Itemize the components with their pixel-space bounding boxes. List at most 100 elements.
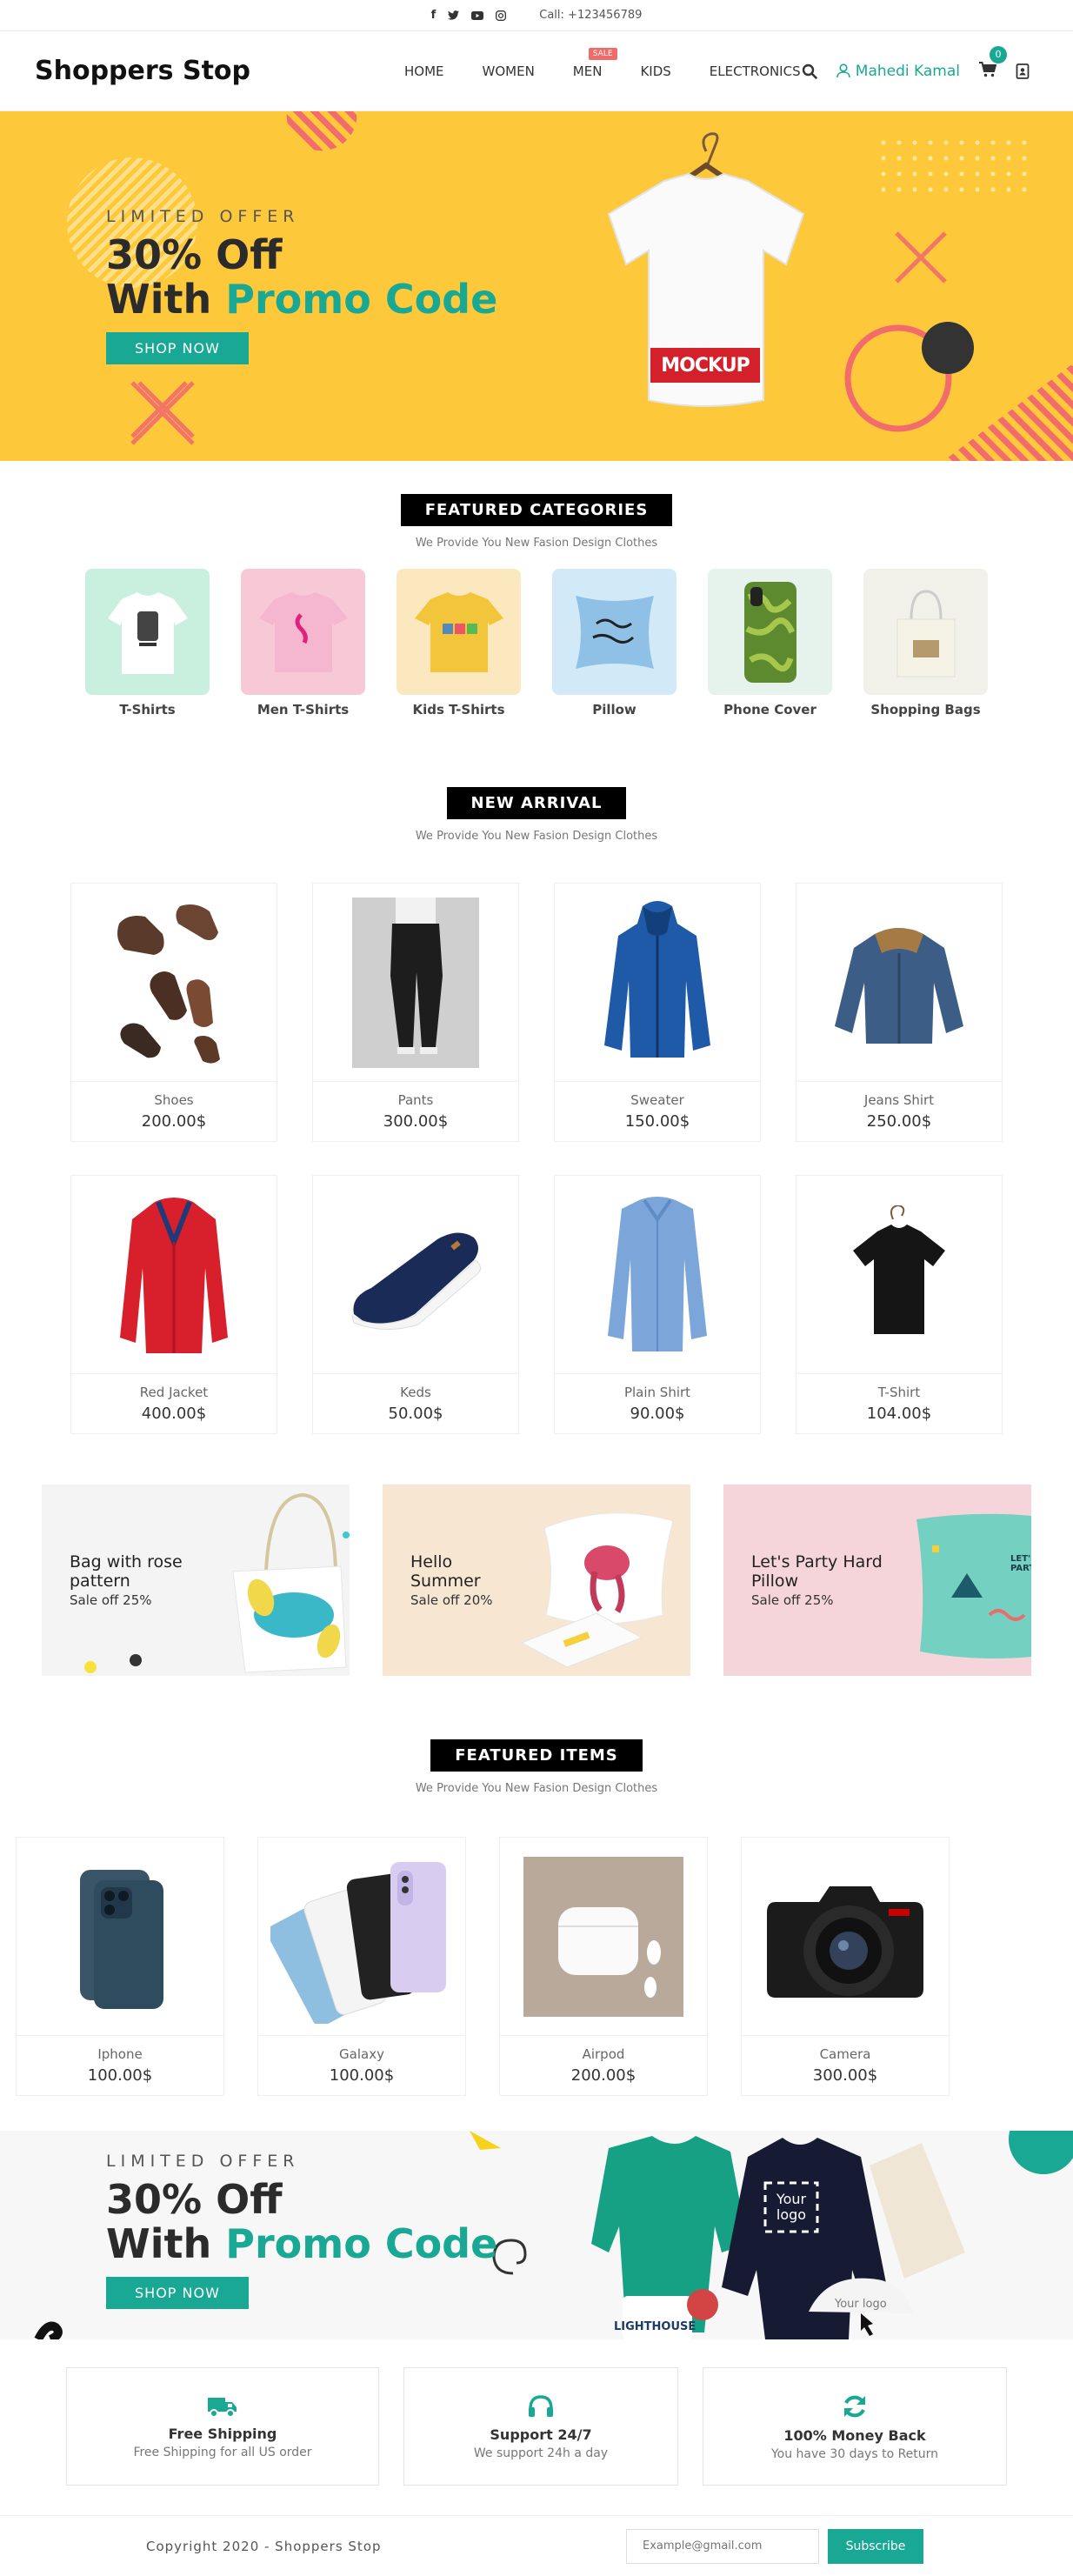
- cap-logo-text: Your logo: [835, 2298, 887, 2311]
- promo-title-line1: Bag with rose: [70, 1552, 183, 1572]
- feature-subtitle: We support 24h a day: [473, 2446, 609, 2460]
- promo-banner-2: Your logo Your logo LIGHTHOUSE LIMITED O…: [0, 2131, 1073, 2339]
- shop-now-button[interactable]: SHOP NOW: [106, 332, 249, 364]
- category-tshirts[interactable]: T-Shirts: [85, 569, 210, 717]
- category-kids-tshirts[interactable]: Kids T-Shirts: [397, 569, 521, 717]
- email-input[interactable]: [626, 2528, 819, 2564]
- cart-button[interactable]: 0: [979, 45, 1007, 81]
- site-logo[interactable]: Shoppers Stop: [35, 56, 348, 86]
- product-image: [71, 1176, 277, 1374]
- product-image: [258, 1838, 465, 2036]
- user-account-link[interactable]: Mahedi Kamal: [836, 63, 960, 80]
- product-card-iphone[interactable]: Iphone 100.00$: [16, 1837, 224, 2096]
- product-card-sweater[interactable]: Sweater 150.00$: [554, 883, 761, 1142]
- instagram-icon[interactable]: [496, 10, 507, 21]
- new-arrival-grid: Shoes 200.00$ Pants 300.00$ Sweater 150.…: [0, 883, 1073, 1434]
- shop-now-button-2[interactable]: SHOP NOW: [106, 2277, 249, 2309]
- facebook-icon[interactable]: f: [431, 9, 437, 22]
- footer: Copyright 2020 - Shoppers Stop Subscribe: [0, 2515, 1073, 2576]
- new-arrival-heading: NEW ARRIVAL We Provide You New Fasion De…: [0, 787, 1073, 843]
- product-card-plain-shirt[interactable]: Plain Shirt 90.00$: [554, 1175, 761, 1434]
- promo-subtitle: Sale off 25%: [70, 1592, 152, 1608]
- product-name: Iphone: [97, 2046, 143, 2062]
- promo-title: Let's Party Hard Pillow: [751, 1552, 883, 1591]
- hero-banner: MOCKUP LIMITED OFFER 30% Off With Promo …: [0, 111, 1073, 461]
- product-image: [313, 1176, 518, 1374]
- feature-title: 100% Money Back: [783, 2426, 926, 2444]
- promo-title-line2: pattern: [70, 1572, 130, 1591]
- nav-electronics[interactable]: ELECTRONICS: [710, 63, 801, 79]
- categories-heading: FEATURED CATEGORIES We Provide You New F…: [0, 494, 1073, 550]
- promo-banner-2-text: LIMITED OFFER 30% Off With Promo Code SH…: [106, 2152, 497, 2309]
- category-image: [85, 569, 210, 695]
- product-name: Shoes: [154, 1092, 194, 1108]
- product-name: Red Jacket: [139, 1385, 209, 1400]
- promo-hello-summer[interactable]: Hello Summer Sale off 20%: [383, 1485, 690, 1676]
- featured-categories-section: FEATURED CATEGORIES We Provide You New F…: [0, 494, 1073, 717]
- promo-title: Hello Summer: [410, 1552, 493, 1591]
- promo-banners: Bag with rose pattern Sale off 25% Hello S…: [0, 1485, 1073, 1676]
- nav-men[interactable]: MEN SALE: [573, 47, 617, 79]
- section-title: FEATURED ITEMS: [430, 1739, 643, 1772]
- product-image: [555, 1176, 760, 1374]
- youtube-icon[interactable]: [471, 10, 484, 20]
- product-image: [796, 1176, 1002, 1374]
- nav-home[interactable]: HOME: [404, 63, 444, 79]
- category-pillow[interactable]: Pillow: [552, 569, 676, 717]
- hero-kicker: LIMITED OFFER: [106, 207, 300, 226]
- product-price: 150.00$: [624, 1112, 690, 1131]
- sale-badge: SALE: [588, 47, 617, 60]
- pillow-caption: LET'SPARTY: [1010, 1554, 1031, 1573]
- product-card-jeans-shirt[interactable]: Jeans Shirt 250.00$: [796, 883, 1003, 1142]
- feature-subtitle: You have 30 days to Return: [770, 2446, 939, 2461]
- header: Shoppers Stop HOME WOMEN MEN SALE KIDS EL…: [0, 31, 1073, 111]
- hero2-line2-prefix: With: [106, 2220, 226, 2267]
- search-icon[interactable]: [802, 63, 817, 79]
- product-price: 300.00$: [812, 2066, 878, 2085]
- product-price: 50.00$: [388, 1405, 443, 1423]
- nav-kids[interactable]: KIDS: [640, 63, 670, 79]
- promo-text: Let's Party Hard Pillow Sale off 25%: [751, 1552, 883, 1608]
- category-name: T-Shirts: [119, 702, 176, 717]
- service-features: Free Shipping Free Shipping for all US o…: [0, 2367, 1073, 2486]
- product-price: 400.00$: [141, 1405, 207, 1423]
- product-card-airpod[interactable]: Airpod 200.00$: [499, 1837, 708, 2096]
- category-phone-cover[interactable]: Phone Cover: [708, 569, 832, 717]
- product-card-shoes[interactable]: Shoes 200.00$: [70, 883, 277, 1142]
- product-card-galaxy[interactable]: Galaxy 100.00$: [257, 1837, 466, 2096]
- hero2-headline: 30% Off With Promo Code: [106, 2178, 497, 2266]
- feature-support: Support 24/7 We support 24h a day: [403, 2367, 678, 2486]
- subscribe-button[interactable]: Subscribe: [828, 2528, 923, 2564]
- sticker-text: LIGHTHOUSE: [614, 2320, 696, 2333]
- twitter-icon[interactable]: [448, 10, 460, 20]
- top-bar: f Call: +123456789: [0, 0, 1073, 31]
- product-card-keds[interactable]: Keds 50.00$: [312, 1175, 519, 1434]
- product-card-tshirt[interactable]: T-Shirt 104.00$: [796, 1175, 1003, 1434]
- header-actions: Mahedi Kamal 0: [802, 45, 1030, 81]
- promo-party-pillow[interactable]: LET'SPARTY Let's Party HardPillow Sale o…: [723, 1485, 1031, 1676]
- product-card-pants[interactable]: Pants 300.00$: [312, 883, 519, 1142]
- promo-rose-bag[interactable]: Bag with rose pattern Sale off 25%: [42, 1485, 350, 1676]
- product-image: [500, 1838, 707, 2036]
- phone-text: Call: +123456789: [539, 9, 643, 22]
- category-name: Shopping Bags: [870, 702, 981, 717]
- product-name: Camera: [819, 2046, 871, 2062]
- product-image: [555, 884, 760, 1082]
- section-subtitle: We Provide You New Fasion Design Clothes: [415, 1782, 658, 1795]
- mockup-label: MOCKUP: [650, 348, 760, 383]
- product-card-camera[interactable]: Camera 300.00$: [741, 1837, 950, 2096]
- category-men-tshirts[interactable]: Men T-Shirts: [241, 569, 365, 717]
- product-card-red-jacket[interactable]: Red Jacket 400.00$: [70, 1175, 277, 1434]
- hero2-kicker: LIMITED OFFER: [106, 2152, 300, 2171]
- feature-subtitle: Free Shipping for all US order: [133, 2445, 312, 2459]
- category-shopping-bags[interactable]: Shopping Bags: [863, 569, 988, 717]
- category-name: Men T-Shirts: [257, 702, 350, 717]
- featured-items-heading: FEATURED ITEMS We Provide You New Fasion…: [0, 1739, 1073, 1795]
- contact-book-icon[interactable]: [1016, 63, 1030, 79]
- product-price: 250.00$: [866, 1112, 932, 1131]
- hero2-promo-code: Promo Code: [225, 2220, 498, 2267]
- nav-women[interactable]: WOMEN: [483, 63, 535, 79]
- hero-line2-prefix: With: [106, 276, 226, 323]
- category-image: [397, 569, 521, 695]
- hero2-line1: 30% Off: [106, 2176, 283, 2223]
